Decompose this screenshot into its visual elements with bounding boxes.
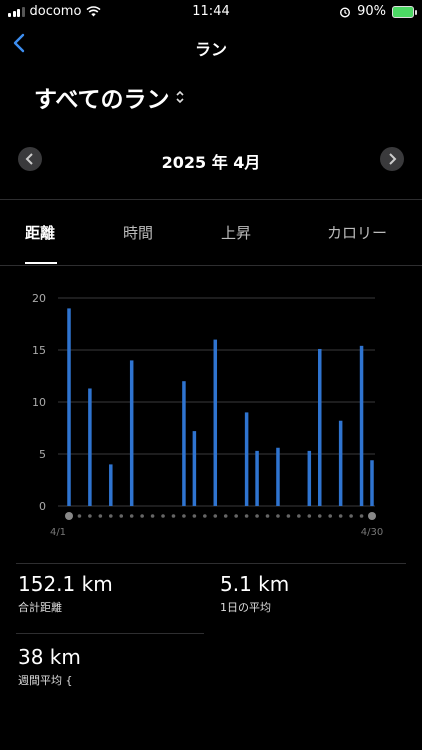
stat-total-distance: 152.1 km 合計距離: [18, 572, 113, 615]
day-dot: [213, 514, 218, 518]
day-dot: [203, 514, 207, 518]
chevron-right-icon: [389, 153, 397, 165]
y-tick-label: 0: [39, 500, 46, 513]
month-label: 2025 年 4月: [161, 153, 261, 172]
run-filter-select[interactable]: すべてのラン: [34, 80, 185, 114]
bar-day-21: [276, 447, 280, 506]
bar-day-19: [255, 450, 259, 506]
day-dot: [88, 514, 92, 518]
day-dot: [223, 514, 228, 518]
weekly-average-label: 週間平均 {: [18, 674, 73, 687]
nav-bar: ラン: [0, 30, 422, 64]
day-dot: [65, 512, 73, 520]
chevron-up-down-icon: [176, 90, 185, 104]
y-tick-label: 15: [32, 344, 46, 357]
active-tab-indicator: [25, 262, 57, 264]
status-right: 90%: [339, 4, 417, 19]
stat-daily-average: 5.1 km 1日の平均: [220, 572, 289, 615]
divider: [0, 265, 422, 266]
tab-calories[interactable]: カロリー: [327, 222, 387, 243]
divider: [0, 199, 422, 200]
alarm-icon: [340, 6, 351, 18]
total-distance-value: 152.1 km: [18, 572, 113, 596]
day-dot: [98, 514, 103, 518]
bar-day-13: [192, 431, 197, 506]
battery-icon: [392, 5, 417, 18]
tab-elevation[interactable]: 上昇: [221, 222, 251, 243]
metric-tabs: 距離 時間 上昇 カロリー: [0, 222, 422, 264]
bar-day-15: [213, 339, 218, 506]
next-month-button[interactable]: [380, 147, 404, 171]
status-bar: docomo 11:44 90%: [0, 0, 422, 24]
bar-day-24: [307, 450, 312, 506]
day-dot: [192, 514, 197, 518]
daily-average-value: 5.1 km: [220, 572, 290, 596]
stat-weekly-average: 38 km 週間平均 {: [18, 645, 81, 688]
tab-distance[interactable]: 距離: [25, 222, 55, 243]
y-tick-label: 10: [32, 396, 46, 409]
day-dot: [234, 514, 238, 518]
day-dot: [182, 514, 186, 518]
bar-day-25: [318, 348, 322, 506]
divider: [16, 633, 204, 634]
distance-bar-chart: 0 5 10 15 20 4/1 4/30: [32, 292, 383, 538]
y-tick-label: 20: [32, 292, 46, 305]
day-dot: [140, 514, 144, 518]
bar-day-1: [67, 308, 71, 506]
x-start-label: 4/1: [50, 527, 66, 538]
bar-day-27: [338, 420, 343, 506]
weekly-average-value: 38 km: [18, 645, 81, 669]
bar-day-5: [109, 464, 113, 506]
day-dot: [359, 514, 364, 518]
day-dot: [255, 514, 259, 518]
bar-day-12: [182, 381, 186, 506]
day-dot: [108, 514, 113, 518]
month-selector: 2025 年 4月: [0, 145, 422, 173]
run-filter-label: すべてのラン: [34, 87, 170, 113]
page-title: ラン: [194, 40, 227, 59]
day-dot: [171, 514, 176, 518]
day-dot: [161, 514, 165, 518]
bar-day-7: [129, 360, 134, 506]
x-end-label: 4/30: [361, 527, 383, 538]
y-tick-label: 5: [39, 448, 46, 461]
bar-day-29: [359, 345, 364, 506]
total-distance-label: 合計距離: [18, 601, 62, 614]
day-dot: [307, 514, 312, 518]
bar-day-3: [88, 388, 92, 506]
divider: [16, 563, 406, 564]
day-dot: [276, 514, 280, 518]
day-dot: [349, 514, 353, 518]
day-dot: [77, 514, 82, 518]
daily-average-label: 1日の平均: [220, 601, 271, 614]
day-dot: [244, 514, 249, 518]
day-dot: [129, 514, 134, 518]
day-dot: [265, 514, 270, 518]
day-dot: [338, 514, 343, 518]
day-dot: [119, 514, 124, 518]
day-dot: [317, 514, 322, 518]
day-dot: [286, 514, 291, 518]
bar-day-18: [244, 412, 249, 506]
bar-day-30: [370, 460, 374, 506]
day-dot: [297, 514, 301, 518]
tab-time[interactable]: 時間: [123, 222, 153, 243]
battery-percent: 90%: [357, 4, 386, 19]
day-dot: [368, 512, 376, 520]
day-dot: [150, 514, 155, 518]
day-dot: [328, 514, 333, 518]
